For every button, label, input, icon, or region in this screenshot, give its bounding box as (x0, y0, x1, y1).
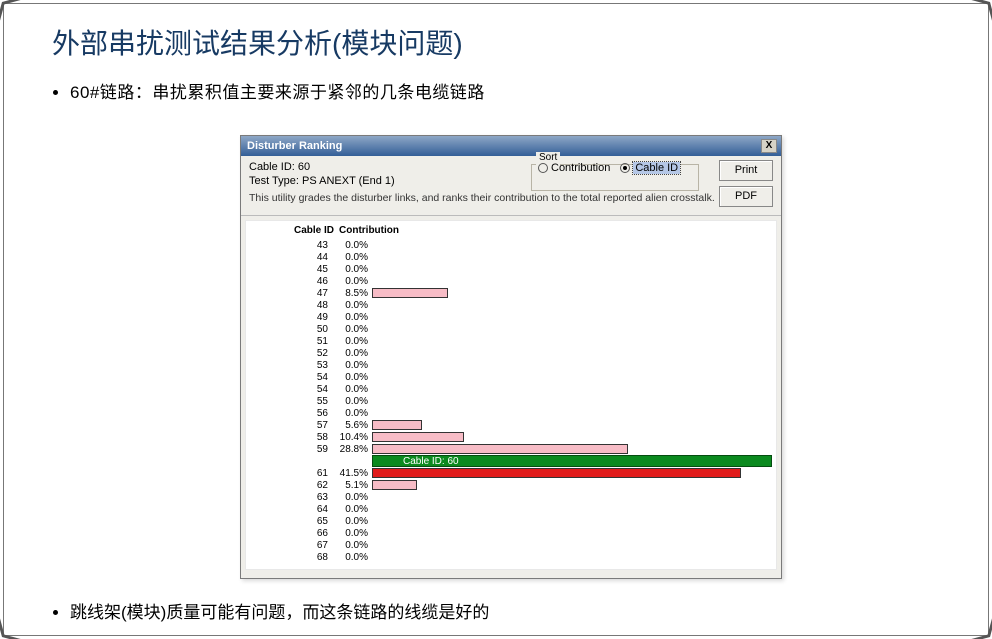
slide-title: 外部串扰测试结果分析(模块问题) (52, 22, 463, 62)
chart-row: 500.0% (246, 323, 772, 335)
chart-row: 478.5% (246, 287, 772, 299)
test-type-label: Test Type: PS ANEXT (End 1) (249, 174, 395, 188)
chart-row: 440.0% (246, 251, 772, 263)
pdf-button[interactable]: PDF (719, 186, 773, 207)
chart-row: 480.0% (246, 299, 772, 311)
chart-row: 6141.5% (246, 467, 772, 479)
corner-decoration (2, 2, 26, 26)
chart-row: 630.0% (246, 491, 772, 503)
col-contribution: Contribution (334, 225, 404, 236)
bullet-2: 跳线架(模块)质量可能有问题，而这条链路的线缆是好的 (70, 598, 932, 623)
bullet-list-2: 跳线架(模块)质量可能有问题，而这条链路的线缆是好的 (52, 598, 932, 623)
chart-row: 530.0% (246, 359, 772, 371)
chart-row: 540.0% (246, 371, 772, 383)
ranking-chart: Cable ID Contribution 430.0%440.0%450.0%… (245, 220, 777, 570)
dialog-title: Disturber Ranking (247, 140, 761, 152)
chart-row: 460.0% (246, 275, 772, 287)
cable-id-label: Cable ID: 60 (249, 160, 395, 174)
header-labels: Cable ID: 60 Test Type: PS ANEXT (End 1) (249, 160, 395, 188)
disturber-ranking-dialog: Disturber Ranking X Cable ID: 60 Test Ty… (240, 135, 782, 579)
chart-row: 670.0% (246, 539, 772, 551)
chart-row: 680.0% (246, 551, 772, 563)
dialog-titlebar[interactable]: Disturber Ranking X (241, 136, 781, 156)
chart-row: 5928.8% (246, 443, 772, 455)
chart-row: 430.0% (246, 239, 772, 251)
chart-row: 640.0% (246, 503, 772, 515)
dialog-description: This utility grades the disturber links,… (249, 192, 715, 204)
chart-row: 625.1% (246, 479, 772, 491)
chart-row: 490.0% (246, 311, 772, 323)
chart-row: 5810.4% (246, 431, 772, 443)
sort-contribution-radio[interactable]: Contribution (538, 162, 610, 174)
highlight-row: Cable ID: 60 (246, 455, 772, 467)
chart-row: 450.0% (246, 263, 772, 275)
chart-row: 550.0% (246, 395, 772, 407)
bullet-list: 60#链路：串扰累积值主要来源于紧邻的几条电缆链路 (52, 80, 932, 114)
chart-row: 540.0% (246, 383, 772, 395)
sort-legend: Sort (536, 152, 560, 163)
chart-row: 510.0% (246, 335, 772, 347)
bullet-1: 60#链路：串扰累积值主要来源于紧邻的几条电缆链路 (70, 80, 932, 106)
corner-decoration (966, 613, 990, 637)
highlight-label: Cable ID: 60 (373, 456, 459, 467)
close-icon[interactable]: X (761, 139, 777, 153)
sort-cableid-radio[interactable]: Cable ID (620, 162, 680, 174)
chart-row: 575.6% (246, 419, 772, 431)
chart-row: 560.0% (246, 407, 772, 419)
chart-row: 650.0% (246, 515, 772, 527)
sort-group: Sort Contribution Cable ID (531, 159, 699, 191)
corner-decoration (966, 2, 990, 26)
corner-decoration (2, 613, 26, 637)
print-button[interactable]: Print (719, 160, 773, 181)
dialog-header: Cable ID: 60 Test Type: PS ANEXT (End 1)… (241, 156, 781, 216)
col-cableid: Cable ID (246, 225, 334, 236)
chart-row: 520.0% (246, 347, 772, 359)
chart-row: 660.0% (246, 527, 772, 539)
